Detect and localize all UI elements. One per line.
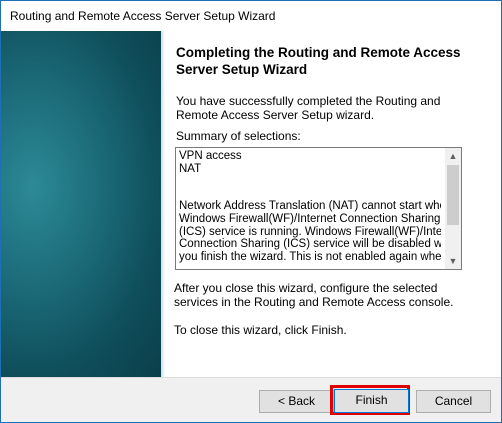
summary-scrollbar[interactable]: ▲ ▼ xyxy=(445,148,461,269)
summary-line: NAT xyxy=(179,162,202,175)
wizard-window: Routing and Remote Access Server Setup W… xyxy=(0,0,502,423)
wizard-content: Completing the Routing and Remote Access… xyxy=(165,31,501,377)
scroll-down-arrow-icon[interactable]: ▼ xyxy=(445,253,461,269)
summary-line: Network Address Translation (NAT) cannot… xyxy=(179,200,441,213)
title-bar: Routing and Remote Access Server Setup W… xyxy=(1,1,501,31)
summary-label: Summary of selections: xyxy=(176,129,301,143)
cancel-button[interactable]: Cancel xyxy=(416,390,491,413)
summary-line xyxy=(179,188,441,201)
wizard-banner-image xyxy=(1,31,161,377)
summary-line: Connection Sharing (ICS) service will be… xyxy=(179,238,441,251)
after-close-text: After you close this wizard, configure t… xyxy=(174,281,454,309)
summary-line xyxy=(179,175,441,188)
intro-text: You have successfully completed the Rout… xyxy=(176,94,441,122)
summary-textbox[interactable]: VPN access NAT Network Address Translati… xyxy=(175,147,462,270)
summary-line: (ICS) service is running. Windows Firewa… xyxy=(179,225,441,238)
page-title: Completing the Routing and Remote Access… xyxy=(176,45,461,77)
finish-button[interactable]: Finish xyxy=(334,389,409,413)
summary-text: VPN access NAT Network Address Translati… xyxy=(179,150,441,267)
window-title: Routing and Remote Access Server Setup W… xyxy=(10,9,276,23)
summary-line: you finish the wizard. This is not enabl… xyxy=(179,250,441,263)
summary-line: VPN access xyxy=(179,150,242,162)
scroll-up-arrow-icon[interactable]: ▲ xyxy=(445,148,461,164)
close-instruction-text: To close this wizard, click Finish. xyxy=(174,323,347,337)
summary-line: Windows Firewall(WF)/Internet Connection… xyxy=(179,212,441,225)
back-button[interactable]: < Back xyxy=(259,390,334,413)
footer-divider xyxy=(1,377,501,378)
scroll-thumb[interactable] xyxy=(447,165,459,225)
